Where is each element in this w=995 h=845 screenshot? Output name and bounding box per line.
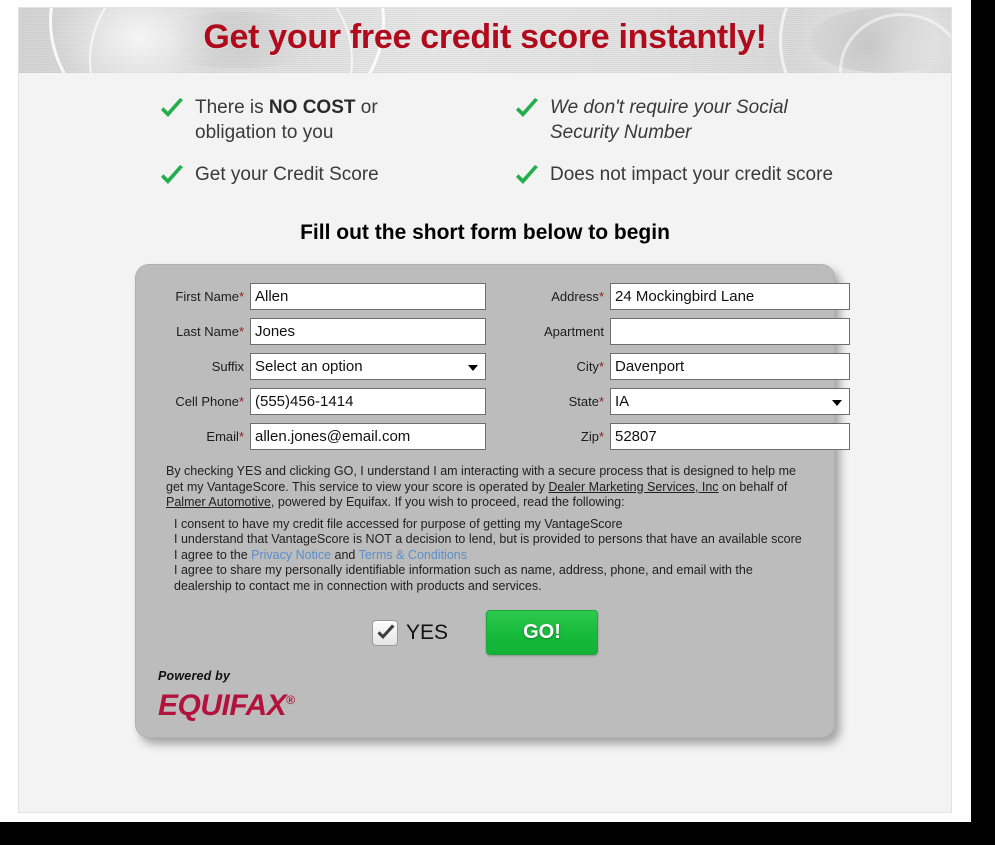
chevron-down-icon xyxy=(832,399,842,406)
suffix-select[interactable]: Select an option xyxy=(250,353,486,380)
yes-checkbox[interactable] xyxy=(371,619,398,646)
lead-form-panel: First Name* Allen Address* 24 Mockingbir… xyxy=(135,264,850,738)
check-icon xyxy=(159,98,185,122)
benefit-label: Get your Credit Score xyxy=(195,164,379,185)
consent-line-share-pii: I agree to share my personally identifia… xyxy=(174,563,753,593)
benefit-item-no-ssn: We don't require your Social Security Nu… xyxy=(514,95,854,145)
yes-consent-group[interactable]: YES xyxy=(371,619,449,646)
suffix-label: Suffix xyxy=(211,359,244,374)
cell-phone-input[interactable]: (555)456-1414 xyxy=(250,388,486,415)
apartment-input[interactable] xyxy=(610,318,850,345)
email-input[interactable]: allen.jones@email.com xyxy=(250,423,486,450)
apartment-label: Apartment xyxy=(544,324,604,339)
state-label: State* xyxy=(568,394,604,409)
address-input[interactable]: 24 Mockingbird Lane xyxy=(610,283,850,310)
city-label: City* xyxy=(576,359,604,374)
checkmark-icon xyxy=(377,624,395,639)
benefit-label: Does not impact your credit score xyxy=(550,164,834,185)
zip-label: Zip* xyxy=(580,429,604,444)
check-icon xyxy=(514,98,540,122)
consent-list: I consent to have my credit file accesse… xyxy=(174,517,810,595)
check-icon xyxy=(514,165,540,189)
first-name-input[interactable]: Allen xyxy=(250,283,486,310)
yes-label: YES xyxy=(405,620,449,644)
email-label: Email* xyxy=(206,429,244,444)
equifax-attribution: Powered by EQUIFAX® xyxy=(158,669,834,723)
chevron-down-icon xyxy=(468,364,478,371)
terms-conditions-link[interactable]: Terms & Conditions xyxy=(359,548,467,562)
benefit-item-no-impact: Does not impact your credit score xyxy=(514,162,854,189)
city-input[interactable]: Davenport xyxy=(610,353,850,380)
dealer-marketing-services-link[interactable]: Dealer Marketing Services, Inc xyxy=(548,480,718,494)
benefit-label: We don't require your Social Security Nu… xyxy=(550,97,788,143)
form-heading: Fill out the short form below to begin xyxy=(300,221,670,244)
page-title: Get your free credit score instantly! xyxy=(203,18,767,56)
benefit-item-credit-score: Get your Credit Score xyxy=(159,162,449,189)
benefits-list: There is NO COST or obligation to you Ge… xyxy=(19,95,951,215)
benefit-item-no-cost: There is NO COST or obligation to you xyxy=(159,95,449,145)
first-name-label: First Name* xyxy=(175,289,244,304)
last-name-input[interactable]: Jones xyxy=(250,318,486,345)
last-name-label: Last Name* xyxy=(176,324,244,339)
address-label: Address* xyxy=(551,289,604,304)
benefit-label: There is NO COST or obligation to you xyxy=(195,97,378,143)
state-select[interactable]: IA xyxy=(610,388,850,415)
go-button[interactable]: GO! xyxy=(486,610,599,655)
disclosure-text: By checking YES and clicking GO, I under… xyxy=(166,464,796,509)
consent-line-agreements: I agree to the Privacy Notice and Terms … xyxy=(174,547,467,562)
consent-line-not-a-decision: I understand that VantageScore is NOT a … xyxy=(174,532,802,546)
check-icon xyxy=(159,165,185,189)
equifax-logo: EQUIFAX® xyxy=(158,689,295,722)
zip-input[interactable]: 52807 xyxy=(610,423,850,450)
form-field-grid: First Name* Allen Address* 24 Mockingbir… xyxy=(136,283,850,450)
header-banner: Get your free credit score instantly! xyxy=(19,8,951,73)
powered-by-label: Powered by xyxy=(158,669,231,683)
consent-line-credit-file: I consent to have my credit file accesse… xyxy=(174,516,623,531)
page-body: Get your free credit score instantly! Th… xyxy=(18,7,952,813)
cell-phone-label: Cell Phone* xyxy=(175,394,244,409)
palmer-automotive-link[interactable]: Palmer Automotive xyxy=(166,495,271,509)
privacy-notice-link[interactable]: Privacy Notice xyxy=(251,548,331,562)
action-row: YES GO! xyxy=(136,610,834,655)
page-frame: Get your free credit score instantly! Th… xyxy=(0,0,971,822)
